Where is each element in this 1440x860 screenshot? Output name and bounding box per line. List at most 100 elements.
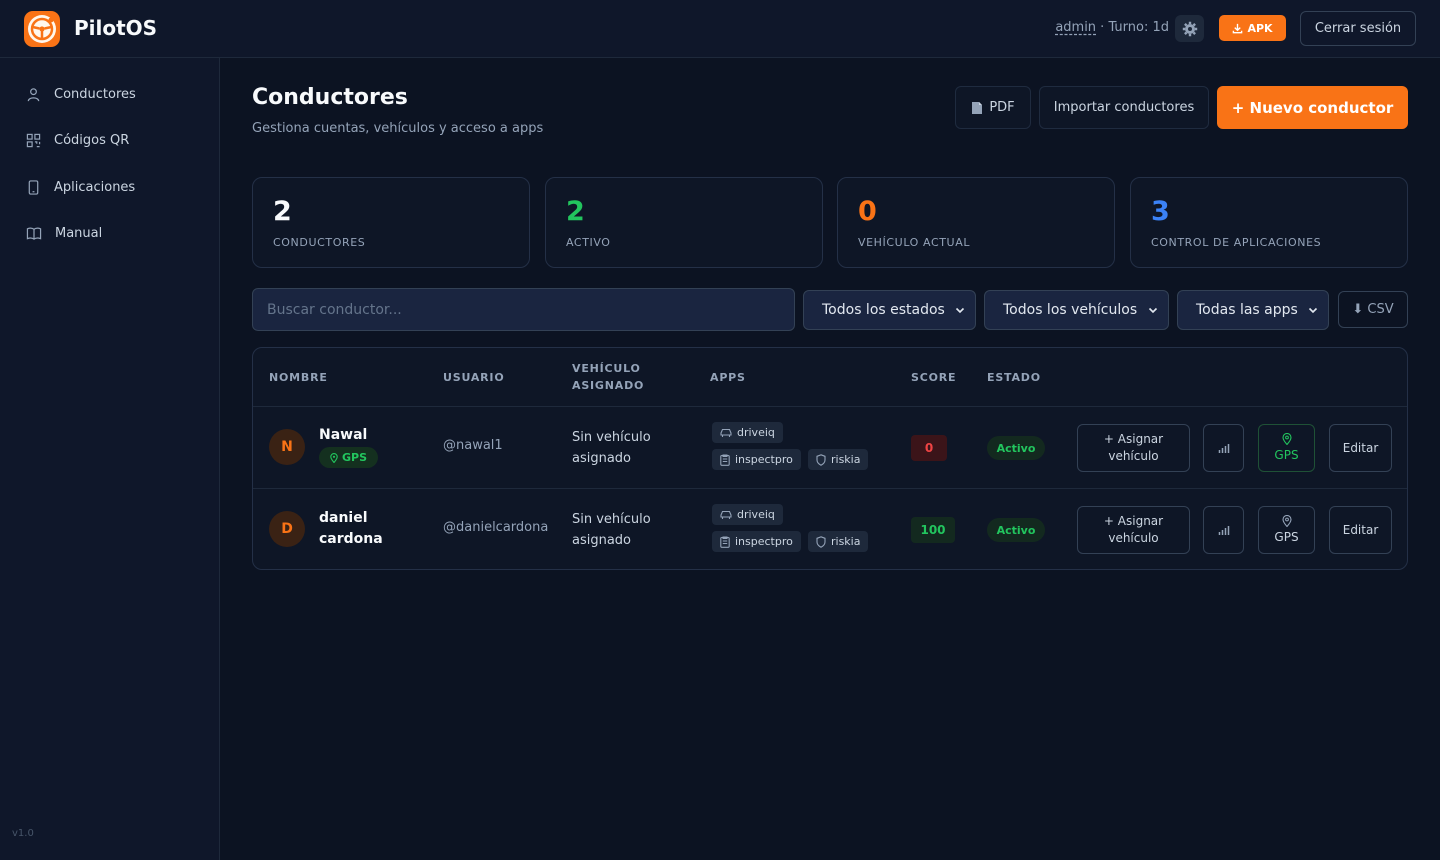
qr-icon bbox=[26, 133, 41, 148]
stat-card-app-control: 3 CONTROL DE APLICACIONES bbox=[1130, 177, 1408, 268]
chevron-down-icon bbox=[1308, 307, 1318, 314]
drivers-table: NOMBRE USUARIO VEHÍCULO ASIGNADO APPS SC… bbox=[252, 347, 1408, 570]
vehicle-assignment: Sin vehículo asignado bbox=[572, 427, 651, 469]
gps-badge: GPS bbox=[319, 447, 378, 468]
car-icon bbox=[720, 510, 732, 519]
assign-vehicle-button[interactable]: + Asignar vehículo bbox=[1077, 506, 1190, 554]
driver-name-line2: cardona bbox=[319, 531, 383, 547]
chevron-down-icon bbox=[955, 307, 965, 314]
shield-icon bbox=[816, 453, 826, 466]
shift-info: · Turno: 1d bbox=[1096, 20, 1169, 35]
stat-label: CONTROL DE APLICACIONES bbox=[1151, 236, 1322, 249]
new-driver-button[interactable]: + Nuevo conductor bbox=[1217, 86, 1408, 129]
vehicle-line2: asignado bbox=[572, 451, 632, 466]
sidebar-item-conductores[interactable]: Conductores bbox=[26, 87, 136, 102]
app-chip-label: driveiq bbox=[737, 426, 775, 439]
location-pin-icon bbox=[330, 452, 338, 463]
vehicle-assignment: Sin vehículo asignado bbox=[572, 509, 651, 551]
apk-download-button[interactable]: APK bbox=[1219, 15, 1286, 41]
download-icon bbox=[1233, 23, 1243, 33]
column-header-name[interactable]: NOMBRE bbox=[269, 348, 328, 406]
gps-button[interactable]: GPS bbox=[1258, 506, 1315, 554]
clipboard-icon bbox=[720, 536, 730, 548]
sidebar-item-codigos-qr[interactable]: Códigos QR bbox=[26, 133, 129, 148]
stat-value: 2 bbox=[273, 196, 292, 227]
app-chip-inspectpro: inspectpro bbox=[712, 449, 801, 470]
stat-value: 3 bbox=[1151, 196, 1170, 227]
edit-button[interactable]: Editar bbox=[1329, 506, 1392, 554]
logout-button[interactable]: Cerrar sesión bbox=[1300, 11, 1416, 46]
stat-label: CONDUCTORES bbox=[273, 236, 366, 249]
version-label: v1.0 bbox=[12, 828, 34, 839]
stat-value: 2 bbox=[566, 196, 585, 227]
column-header-status[interactable]: ESTADO bbox=[987, 348, 1041, 406]
select-value: Todos los estados bbox=[822, 302, 945, 318]
stats-button[interactable] bbox=[1203, 506, 1244, 554]
sidebar-item-label: Códigos QR bbox=[54, 133, 130, 148]
sidebar-item-label: Conductores bbox=[54, 87, 136, 102]
avatar: D bbox=[269, 511, 305, 547]
car-icon bbox=[720, 428, 732, 437]
status-badge: Activo bbox=[987, 518, 1045, 542]
app-chip-driveiq: driveiq bbox=[712, 422, 783, 443]
gps-button-label: GPS bbox=[1274, 447, 1299, 462]
column-header-score[interactable]: SCORE bbox=[911, 348, 956, 406]
username: @danielcardona bbox=[443, 520, 549, 535]
app-chip-label: driveiq bbox=[737, 508, 775, 521]
sidebar-item-label: Aplicaciones bbox=[54, 180, 136, 195]
column-header-vehicle-line1: VEHÍCULO bbox=[572, 362, 641, 375]
app-chip-label: riskia bbox=[831, 453, 861, 466]
column-header-vehicle[interactable]: VEHÍCULO ASIGNADO bbox=[572, 348, 644, 406]
driver-name-line1: daniel bbox=[319, 510, 368, 526]
sidebar: Conductores Códigos QR Aplicaciones Manu… bbox=[0, 58, 220, 860]
csv-export-button[interactable]: ⬇ CSV bbox=[1338, 291, 1408, 328]
stat-value: 0 bbox=[858, 196, 877, 227]
search-input[interactable]: Buscar conductor... bbox=[252, 288, 795, 331]
pdf-button[interactable]: PDF bbox=[955, 86, 1031, 129]
sidebar-item-manual[interactable]: Manual bbox=[26, 226, 102, 241]
page-title: Conductores bbox=[252, 85, 408, 110]
status-filter-select[interactable]: Todos los estados bbox=[803, 290, 976, 330]
column-header-user[interactable]: USUARIO bbox=[443, 348, 504, 406]
app-chip-inspectpro: inspectpro bbox=[712, 531, 801, 552]
username: @nawal1 bbox=[443, 438, 503, 453]
gps-button[interactable]: GPS bbox=[1258, 424, 1315, 472]
column-header-vehicle-line2: ASIGNADO bbox=[572, 379, 645, 392]
score-badge: 100 bbox=[911, 517, 955, 543]
select-value: Todos los vehículos bbox=[1003, 302, 1138, 318]
vehicle-line1: Sin vehículo bbox=[572, 512, 651, 527]
pdf-label: PDF bbox=[989, 100, 1015, 115]
import-drivers-button[interactable]: Importar conductores bbox=[1039, 86, 1209, 129]
brand-name: PilotOS bbox=[74, 16, 158, 40]
driver-name: daniel cardona bbox=[319, 508, 383, 550]
app-chip-riskia: riskia bbox=[808, 531, 869, 552]
stat-label: ACTIVO bbox=[566, 236, 611, 249]
status-badge: Activo bbox=[987, 436, 1045, 460]
bar-chart-icon bbox=[1218, 525, 1229, 535]
shield-icon bbox=[816, 535, 826, 548]
vehicle-filter-select[interactable]: Todos los vehículos bbox=[984, 290, 1169, 330]
gps-badge-label: GPS bbox=[341, 451, 367, 464]
table-row: N Nawal GPS @nawal1 Sin vehículo asignad… bbox=[253, 406, 1407, 488]
assign-vehicle-button[interactable]: + Asignar vehículo bbox=[1077, 424, 1190, 472]
gps-button-label: GPS bbox=[1274, 529, 1299, 544]
user-name[interactable]: admin bbox=[1055, 20, 1096, 35]
edit-button[interactable]: Editar bbox=[1329, 424, 1392, 472]
sidebar-item-aplicaciones[interactable]: Aplicaciones bbox=[26, 180, 135, 195]
assign-line1: + Asignar bbox=[1103, 514, 1164, 528]
column-header-apps[interactable]: APPS bbox=[710, 348, 746, 406]
stat-card-current-vehicle: 0 VEHÍCULO ACTUAL bbox=[837, 177, 1115, 268]
stats-button[interactable] bbox=[1203, 424, 1244, 472]
settings-button[interactable] bbox=[1175, 15, 1204, 42]
gear-icon bbox=[1182, 21, 1197, 36]
table-row: D daniel cardona @danielcardona Sin vehí… bbox=[253, 488, 1407, 569]
select-value: Todas las apps bbox=[1196, 302, 1298, 318]
steering-wheel-logo-icon[interactable] bbox=[24, 11, 60, 47]
app-chip-riskia: riskia bbox=[808, 449, 869, 470]
apps-filter-select[interactable]: Todas las apps bbox=[1177, 290, 1329, 330]
app-chip-driveiq: driveiq bbox=[712, 504, 783, 525]
bar-chart-icon bbox=[1218, 443, 1229, 453]
assign-line2: vehículo bbox=[1108, 531, 1159, 545]
stat-card-active: 2 ACTIVO bbox=[545, 177, 823, 268]
location-pin-icon bbox=[1281, 514, 1292, 527]
